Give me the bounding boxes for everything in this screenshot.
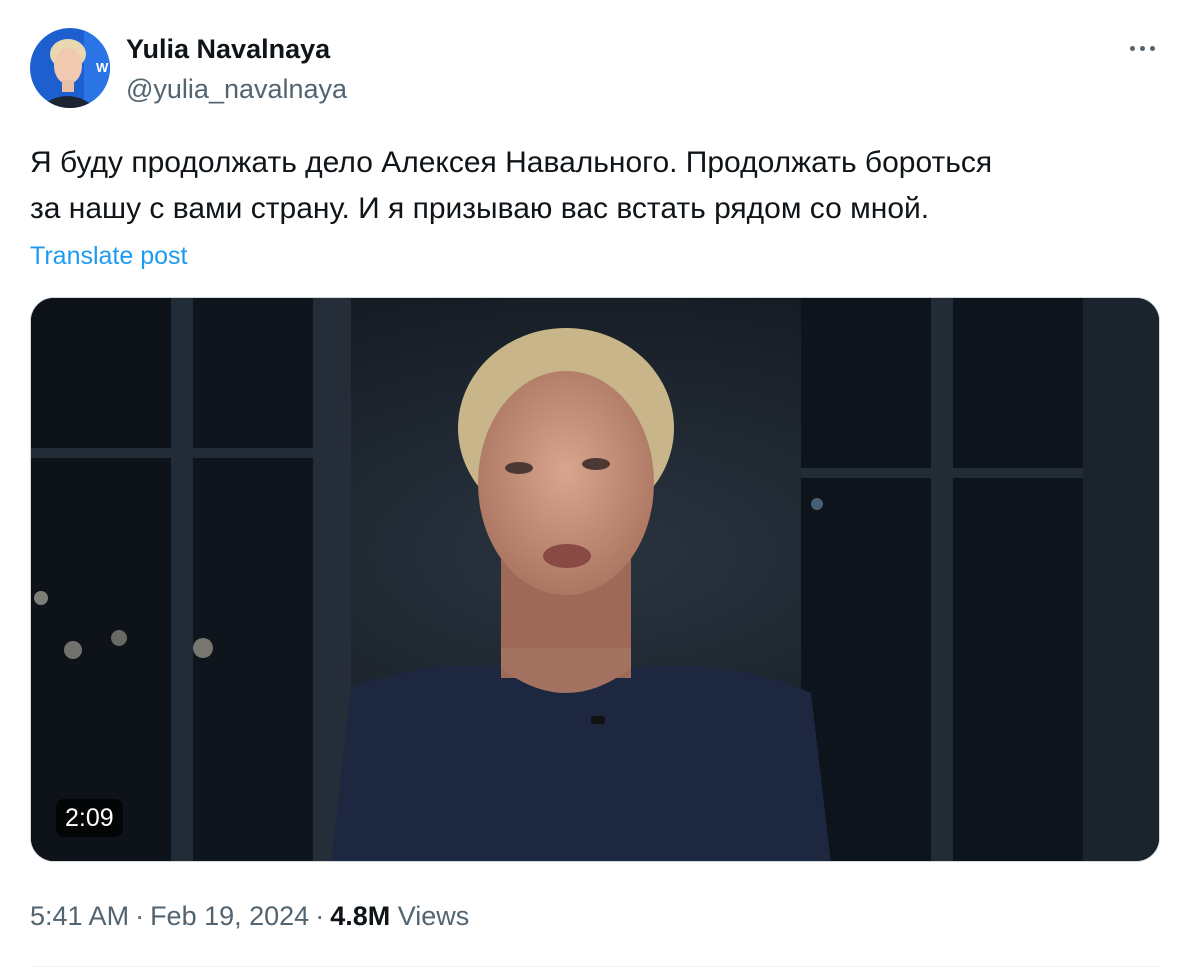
- author-name[interactable]: Yulia Navalnaya: [126, 32, 330, 66]
- meta-separator: ·: [315, 901, 325, 931]
- author-handle[interactable]: @yulia_navalnaya: [126, 72, 347, 106]
- post-metadata: 5:41 AM · Feb 19, 2024 · 4.8M Views: [30, 898, 469, 934]
- views-label: Views: [397, 901, 470, 931]
- video-duration-badge: 2:09: [56, 799, 123, 837]
- post-time[interactable]: 5:41 AM: [30, 901, 129, 931]
- post-date[interactable]: Feb 19, 2024: [150, 901, 309, 931]
- video-player[interactable]: 2:09: [30, 297, 1160, 862]
- meta-separator: ·: [135, 901, 145, 931]
- svg-text:W: W: [96, 60, 109, 75]
- more-options-button[interactable]: [1116, 30, 1168, 66]
- more-horizontal-icon: [1129, 45, 1155, 51]
- post-text: Я буду продолжать дело Алексея Навальног…: [30, 146, 993, 225]
- translate-post-link[interactable]: Translate post: [30, 240, 187, 272]
- divider: [30, 966, 1160, 967]
- avatar[interactable]: W: [30, 28, 110, 108]
- views-count: 4.8M: [330, 901, 391, 931]
